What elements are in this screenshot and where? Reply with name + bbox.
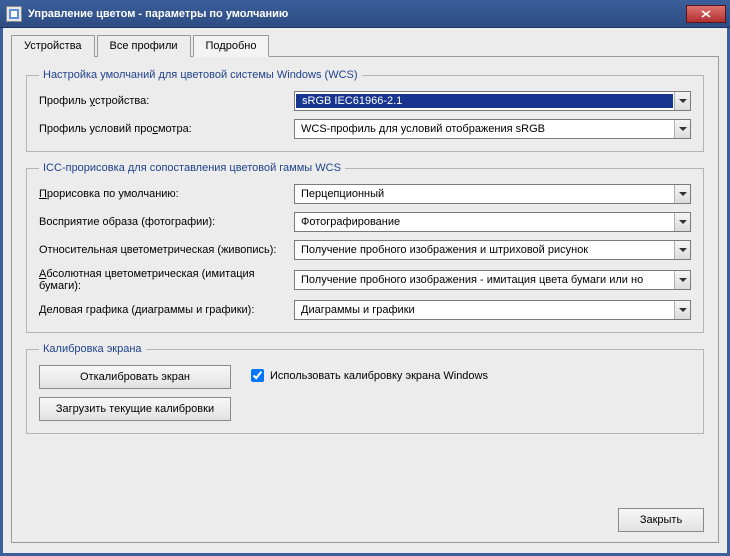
device-profile-label: Профиль устройства: bbox=[39, 95, 294, 107]
default-rendering-value: Перцепционный bbox=[295, 188, 674, 200]
chevron-down-icon bbox=[674, 92, 690, 110]
relative-row: Относительная цветометрическая (живопись… bbox=[39, 240, 691, 260]
calibration-legend: Калибровка экрана bbox=[39, 343, 146, 355]
absolute-value: Получение пробного изображения - имитаци… bbox=[295, 274, 674, 286]
chevron-down-icon bbox=[674, 301, 690, 319]
business-row: Деловая графика (диаграммы и графики): Д… bbox=[39, 300, 691, 320]
viewing-profile-combo[interactable]: WCS-профиль для условий отображения sRGB bbox=[294, 119, 691, 139]
tab-advanced-content: Настройка умолчаний для цветовой системы… bbox=[11, 56, 719, 543]
device-profile-combo[interactable]: sRGB IEC61966-2.1 bbox=[294, 91, 691, 111]
use-calibration-checkbox-row[interactable]: Использовать калибровку экрана Windows bbox=[251, 369, 488, 382]
chevron-down-icon bbox=[674, 120, 690, 138]
absolute-row: Абсолютная цветометрическая (имитация бу… bbox=[39, 268, 691, 292]
device-profile-value: sRGB IEC61966-2.1 bbox=[296, 94, 673, 108]
dialog-footer: Закрыть bbox=[26, 500, 704, 532]
business-value: Диаграммы и графики bbox=[295, 304, 674, 316]
default-rendering-row: Прорисовка по умолчанию: Перцепционный bbox=[39, 184, 691, 204]
chevron-down-icon bbox=[674, 241, 690, 259]
window-title: Управление цветом - параметры по умолчан… bbox=[28, 8, 686, 20]
use-calibration-label: Использовать калибровку экрана Windows bbox=[270, 370, 488, 382]
window-close-button[interactable] bbox=[686, 5, 726, 23]
close-icon bbox=[701, 10, 711, 18]
viewing-profile-value: WCS-профиль для условий отображения sRGB bbox=[295, 123, 674, 135]
calibrate-screen-button[interactable]: Откалибровать экран bbox=[39, 365, 231, 389]
tab-advanced[interactable]: Подробно bbox=[193, 35, 270, 57]
app-icon bbox=[6, 6, 22, 22]
business-label: Деловая графика (диаграммы и графики): bbox=[39, 304, 294, 316]
icc-rendering-legend: ICC-прорисовка для сопоставления цветово… bbox=[39, 162, 345, 174]
tabstrip: Устройства Все профили Подробно bbox=[11, 34, 719, 56]
calibration-group: Калибровка экрана Откалибровать экран За… bbox=[26, 343, 704, 434]
default-rendering-combo[interactable]: Перцепционный bbox=[294, 184, 691, 204]
default-rendering-label: Прорисовка по умолчанию: bbox=[39, 188, 294, 200]
tab-all-profiles[interactable]: Все профили bbox=[97, 35, 191, 57]
absolute-label: Абсолютная цветометрическая (имитация бу… bbox=[39, 268, 294, 292]
wcs-defaults-legend: Настройка умолчаний для цветовой системы… bbox=[39, 69, 362, 81]
calibration-buttons: Откалибровать экран Загрузить текущие ка… bbox=[39, 365, 231, 421]
icc-rendering-group: ICC-прорисовка для сопоставления цветово… bbox=[26, 162, 704, 333]
spacer bbox=[26, 444, 704, 490]
viewing-profile-label: Профиль условий просмотра: bbox=[39, 123, 294, 135]
absolute-combo[interactable]: Получение пробного изображения - имитаци… bbox=[294, 270, 691, 290]
wcs-defaults-group: Настройка умолчаний для цветовой системы… bbox=[26, 69, 704, 152]
perceptual-value: Фотографирование bbox=[295, 216, 674, 228]
business-combo[interactable]: Диаграммы и графики bbox=[294, 300, 691, 320]
relative-combo[interactable]: Получение пробного изображения и штрихов… bbox=[294, 240, 691, 260]
calibration-body: Откалибровать экран Загрузить текущие ка… bbox=[39, 365, 691, 421]
chevron-down-icon bbox=[674, 185, 690, 203]
perceptual-combo[interactable]: Фотографирование bbox=[294, 212, 691, 232]
color-management-window: Управление цветом - параметры по умолчан… bbox=[0, 0, 730, 556]
viewing-profile-row: Профиль условий просмотра: WCS-профиль д… bbox=[39, 119, 691, 139]
relative-value: Получение пробного изображения и штрихов… bbox=[295, 244, 674, 256]
titlebar: Управление цветом - параметры по умолчан… bbox=[0, 0, 730, 28]
chevron-down-icon bbox=[674, 271, 690, 289]
use-calibration-checkbox[interactable] bbox=[251, 369, 264, 382]
perceptual-label: Восприятие образа (фотографии): bbox=[39, 216, 294, 228]
perceptual-row: Восприятие образа (фотографии): Фотограф… bbox=[39, 212, 691, 232]
chevron-down-icon bbox=[674, 213, 690, 231]
relative-label: Относительная цветометрическая (живопись… bbox=[39, 244, 294, 256]
load-calibrations-button[interactable]: Загрузить текущие калибровки bbox=[39, 397, 231, 421]
device-profile-row: Профиль устройства: sRGB IEC61966-2.1 bbox=[39, 91, 691, 111]
tab-devices[interactable]: Устройства bbox=[11, 35, 95, 57]
close-button[interactable]: Закрыть bbox=[618, 508, 704, 532]
client-area: Устройства Все профили Подробно Настройк… bbox=[0, 28, 730, 556]
